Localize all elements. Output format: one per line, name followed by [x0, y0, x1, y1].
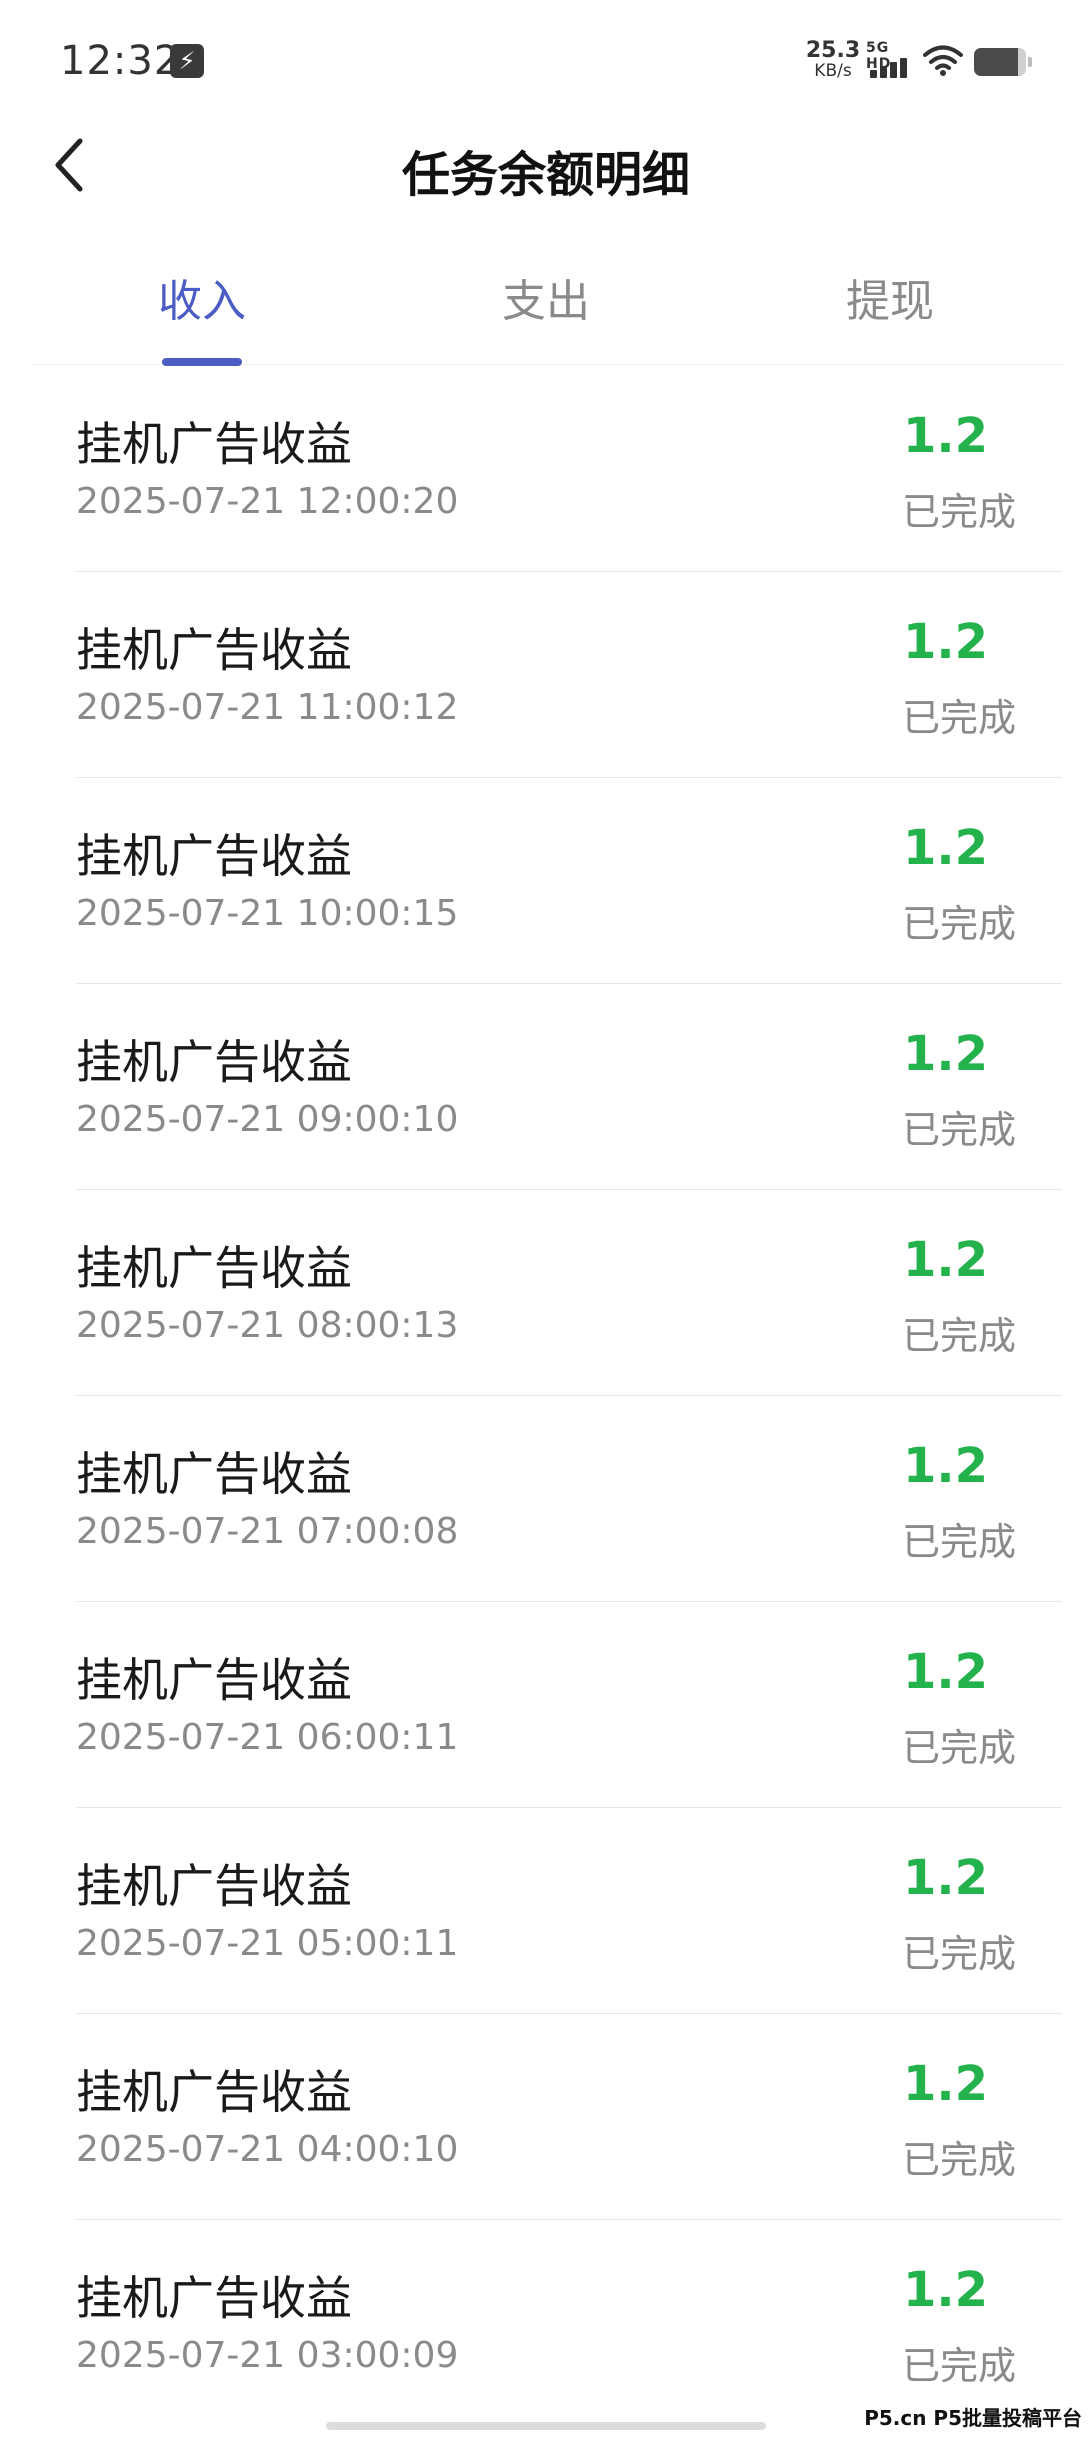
list-item[interactable]: 挂机广告收益 2025-07-21 05:00:11 1.2 已完成	[76, 1808, 1062, 2014]
list-item[interactable]: 挂机广告收益 2025-07-21 06:00:11 1.2 已完成	[76, 1602, 1062, 1808]
record-name: 挂机广告收益	[76, 1035, 352, 1089]
network-speed: 25.3 KB/s	[804, 38, 862, 81]
record-name: 挂机广告收益	[76, 829, 352, 883]
tab-income[interactable]: 收入	[30, 245, 374, 366]
record-time: 2025-07-21 03:00:09	[76, 2335, 459, 2376]
record-time: 2025-07-21 09:00:10	[76, 1099, 459, 1140]
list-item[interactable]: 挂机广告收益 2025-07-21 03:00:09 1.2 已完成	[76, 2220, 1062, 2426]
record-name: 挂机广告收益	[76, 1241, 352, 1295]
record-amount: 1.2	[902, 408, 988, 464]
wifi-icon	[923, 45, 963, 76]
record-status: 已完成	[901, 1314, 1016, 1358]
list-item[interactable]: 挂机广告收益 2025-07-21 08:00:13 1.2 已完成	[76, 1190, 1062, 1396]
battery-icon	[974, 48, 1032, 76]
record-status: 已完成	[901, 2344, 1016, 2388]
record-amount: 1.2	[902, 2262, 988, 2318]
screen: 12:32 ⚡ 25.3 KB/s 5G HD 任务余额明细 收入 支出 提现 …	[0, 0, 1092, 2437]
tab-withdraw[interactable]: 提现	[718, 245, 1062, 365]
record-name: 挂机广告收益	[76, 1859, 352, 1913]
record-amount: 1.2	[902, 1644, 988, 1700]
record-name: 挂机广告收益	[76, 1447, 352, 1501]
tab-label: 提现	[846, 276, 934, 327]
record-time: 2025-07-21 06:00:11	[76, 1717, 459, 1758]
record-status: 已完成	[901, 1520, 1016, 1564]
record-amount: 1.2	[902, 1232, 988, 1288]
record-amount: 1.2	[902, 1438, 988, 1494]
flash-icon: ⚡	[170, 44, 204, 78]
network-speed-value: 25.3	[805, 38, 861, 63]
list-item[interactable]: 挂机广告收益 2025-07-21 12:00:20 1.2 已完成	[76, 366, 1062, 572]
record-time: 2025-07-21 08:00:13	[76, 1305, 459, 1346]
tab-label: 收入	[158, 276, 246, 327]
watermark: P5.cn P5批量投稿平台	[860, 2402, 1086, 2431]
record-status: 已完成	[901, 902, 1016, 946]
tab-label: 支出	[502, 276, 590, 327]
record-status: 已完成	[901, 1108, 1016, 1152]
status-bar: 12:32 ⚡ 25.3 KB/s 5G HD	[0, 0, 1092, 125]
record-status: 已完成	[901, 696, 1016, 740]
record-time: 2025-07-21 05:00:11	[76, 1923, 459, 1964]
record-status: 已完成	[901, 490, 1016, 534]
list-item[interactable]: 挂机广告收益 2025-07-21 11:00:12 1.2 已完成	[76, 572, 1062, 778]
record-amount: 1.2	[902, 614, 988, 670]
record-amount: 1.2	[902, 1026, 988, 1082]
network-speed-unit: KB/s	[814, 61, 852, 81]
record-name: 挂机广告收益	[76, 2065, 352, 2119]
record-amount: 1.2	[902, 1850, 988, 1906]
record-time: 2025-07-21 11:00:12	[76, 687, 459, 728]
active-tab-indicator	[162, 358, 242, 366]
signal-icon: 5G HD	[866, 40, 914, 80]
record-amount: 1.2	[902, 820, 988, 876]
list-item[interactable]: 挂机广告收益 2025-07-21 04:00:10 1.2 已完成	[76, 2014, 1062, 2220]
record-amount: 1.2	[902, 2056, 988, 2112]
record-status: 已完成	[901, 2138, 1016, 2182]
record-name: 挂机广告收益	[76, 1653, 352, 1707]
record-name: 挂机广告收益	[76, 623, 352, 677]
record-name: 挂机广告收益	[76, 417, 352, 471]
page-title: 任务余额明细	[401, 147, 690, 203]
list-item[interactable]: 挂机广告收益 2025-07-21 09:00:10 1.2 已完成	[76, 984, 1062, 1190]
record-time: 2025-07-21 12:00:20	[76, 481, 459, 522]
record-time: 2025-07-21 10:00:15	[76, 893, 459, 934]
tab-expense[interactable]: 支出	[374, 245, 718, 365]
record-list: 挂机广告收益 2025-07-21 12:00:20 1.2 已完成 挂机广告收…	[0, 366, 1092, 2426]
record-name: 挂机广告收益	[76, 2271, 352, 2325]
list-item[interactable]: 挂机广告收益 2025-07-21 07:00:08 1.2 已完成	[76, 1396, 1062, 1602]
record-time: 2025-07-21 04:00:10	[76, 2129, 459, 2170]
status-time: 12:32	[60, 38, 181, 84]
record-time: 2025-07-21 07:00:08	[76, 1511, 459, 1552]
record-status: 已完成	[901, 1726, 1016, 1770]
home-indicator[interactable]	[326, 2422, 766, 2430]
list-item[interactable]: 挂机广告收益 2025-07-21 10:00:15 1.2 已完成	[76, 778, 1062, 984]
record-status: 已完成	[901, 1932, 1016, 1976]
tab-bar: 收入 支出 提现	[30, 245, 1062, 366]
